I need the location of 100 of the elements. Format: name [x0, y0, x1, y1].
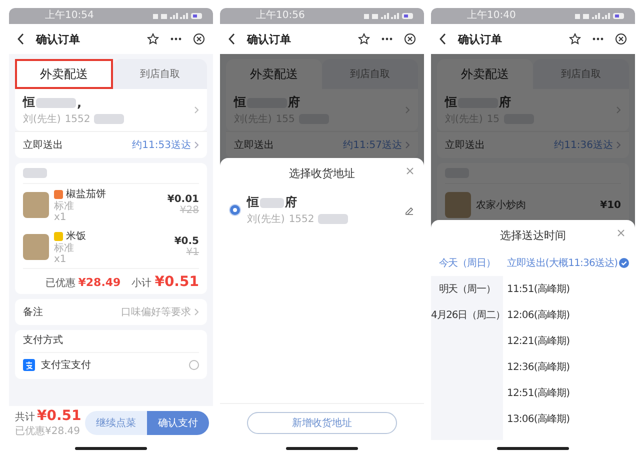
delivery-row[interactable]: 立即送出 约11:36送达: [437, 131, 629, 158]
tab[interactable]: 外卖配送: [226, 59, 322, 89]
payment-method: 支付宝支付: [41, 358, 92, 372]
more-icon[interactable]: [170, 37, 182, 41]
chevron-right-icon: [405, 106, 410, 114]
day-option[interactable]: 今天（周日）: [431, 250, 503, 276]
original-price: ¥28: [180, 205, 199, 216]
item-quantity: x1: [54, 212, 68, 223]
star-icon[interactable]: [569, 33, 581, 45]
chevron-right-icon: [616, 141, 621, 149]
tab[interactable]: 外卖配送: [15, 59, 113, 89]
tab[interactable]: 到店自取: [533, 59, 629, 89]
time-option[interactable]: 12:36(高峰期): [507, 360, 570, 374]
close-icon[interactable]: [615, 33, 627, 45]
time-option[interactable]: 13:06(高峰期): [507, 412, 570, 426]
back-icon[interactable]: [439, 33, 447, 45]
item-name: 农家小炒肉: [476, 198, 526, 212]
saved-amount: 已优惠¥28.49: [15, 424, 81, 438]
address-name: 恒: [23, 94, 35, 111]
remark-row[interactable]: 备注 口味偏好等要求: [15, 299, 207, 325]
star-icon[interactable]: [147, 33, 159, 45]
address-name: 府: [499, 94, 511, 111]
remark-placeholder: 口味偏好等要求: [121, 306, 191, 319]
page-title: 确认订单: [458, 32, 503, 46]
day-option[interactable]: 明天（周一）: [431, 276, 503, 302]
time-option[interactable]: 12:51(高峰期): [507, 386, 570, 400]
delivery-eta: 约11:57送达: [343, 138, 402, 152]
blurred-text: [94, 114, 124, 124]
status-icons-drawing: [153, 12, 203, 20]
blurred-text: [318, 214, 348, 224]
item-spec: 标准: [54, 201, 75, 212]
star-icon[interactable]: [358, 33, 370, 45]
time-option[interactable]: 立即送出(大概11:36送达): [507, 256, 618, 270]
add-address-button[interactable]: 新增收货地址: [247, 412, 397, 434]
address-name: 恒: [247, 194, 259, 211]
contact-name: 刘(先生): [23, 112, 61, 126]
tab[interactable]: 到店自取: [322, 59, 418, 89]
blurred-text: [260, 198, 284, 208]
close-icon[interactable]: [193, 33, 205, 45]
home-indicator: [286, 446, 358, 450]
discount-label: 已优惠: [45, 276, 76, 290]
more-icon[interactable]: [592, 37, 604, 41]
tab[interactable]: 外卖配送: [437, 59, 533, 89]
chevron-right-icon: [616, 106, 621, 114]
status-icons-drawing: [364, 12, 414, 20]
address-name: 恒: [234, 94, 246, 111]
time-option[interactable]: 12:21(高峰期): [507, 334, 570, 348]
home-indicator: [75, 446, 147, 450]
delivery-row[interactable]: 立即送出 约11:57送达: [226, 131, 418, 158]
address-name: 府: [288, 94, 300, 111]
chevron-right-icon: [194, 141, 199, 149]
item-name: 椒盐茄饼: [66, 188, 106, 200]
delivery-label: 立即送出: [23, 138, 64, 152]
delivery-eta: 约11:53送达: [132, 138, 191, 152]
blurred-store-name: [23, 168, 47, 178]
item-spec: 标准: [54, 243, 75, 254]
status-time: 上午10:56: [256, 11, 305, 21]
delivery-label: 立即送出: [234, 138, 275, 152]
address-name: 府: [285, 194, 297, 211]
home-indicator: [497, 446, 569, 450]
phone-number: 1552: [288, 214, 314, 224]
pencil-icon[interactable]: [405, 206, 414, 214]
photo-placeholder: [23, 234, 49, 260]
subtotal-amount: ¥0.51: [154, 274, 199, 290]
subtotal-label: 小计: [132, 276, 152, 290]
address-card[interactable]: 恒 , 刘(先生) 1552: [15, 89, 207, 131]
more-icon[interactable]: [381, 37, 393, 41]
back-icon[interactable]: [228, 33, 236, 45]
item-price: ¥0.5: [174, 236, 199, 247]
chevron-right-icon: [194, 308, 199, 316]
original-price: ¥1: [186, 247, 199, 258]
discount-amount: ¥28.49: [78, 276, 121, 289]
photo-placeholder: [23, 192, 49, 218]
close-icon[interactable]: [404, 33, 416, 45]
page-title: 确认订单: [36, 32, 81, 46]
page-title: 确认订单: [247, 32, 292, 46]
time-option[interactable]: 11:51(高峰期): [507, 282, 570, 296]
chevron-right-icon: [405, 141, 410, 149]
delivery-row[interactable]: 立即送出 约11:53送达: [15, 131, 207, 158]
address-name: 恒: [445, 94, 457, 111]
continue-button[interactable]: 继续点菜: [85, 411, 148, 435]
total-amount: ¥0.51: [37, 408, 82, 424]
radio-button[interactable]: [189, 360, 199, 370]
back-icon[interactable]: [17, 33, 25, 45]
day-option[interactable]: 4月26日（周二）: [431, 302, 503, 328]
delivery-eta: 约11:36送达: [554, 138, 613, 152]
item-price: ¥10: [600, 200, 621, 210]
blurred-text: [36, 98, 76, 108]
photo-placeholder: [445, 192, 471, 218]
radio-button[interactable]: [230, 205, 240, 215]
item-price: ¥0.01: [167, 194, 199, 205]
tab[interactable]: 到店自取: [113, 59, 207, 89]
confirm-pay-button[interactable]: 确认支付: [147, 411, 210, 435]
time-option[interactable]: 12:06(高峰期): [507, 308, 570, 322]
status-time: 上午10:40: [467, 11, 516, 21]
status-icons-drawing: [575, 12, 625, 20]
delivery-label: 立即送出: [445, 138, 486, 152]
payment-title: 支付方式: [23, 330, 199, 353]
total-label: 共计: [15, 410, 35, 424]
chevron-right-icon: [194, 106, 199, 114]
